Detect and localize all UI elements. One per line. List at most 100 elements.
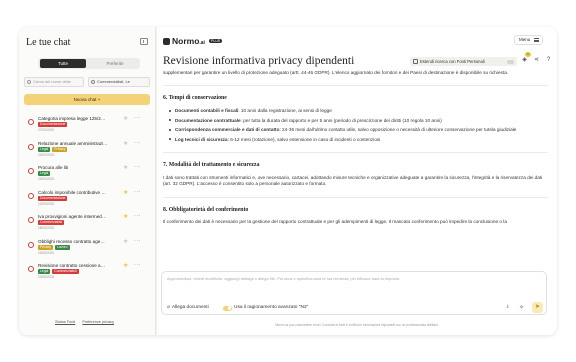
- search-input[interactable]: Cerca nel nome delle: [24, 77, 84, 87]
- more-options-icon[interactable]: ···: [134, 262, 141, 268]
- retention-item-label: Documentazione contrattuale: [175, 117, 241, 123]
- search-icon: [27, 80, 31, 84]
- header-actions: ◈ ⋖ ?: [521, 57, 552, 66]
- star-icon[interactable]: ★: [123, 141, 128, 147]
- chat-list-item[interactable]: Iva provvigioni agente intermed… Commerci…: [24, 212, 152, 237]
- chat-list: Categoria impresa legge 125/2… Documentaz…: [24, 114, 152, 286]
- chat-title: Procura alle liti: [38, 165, 69, 170]
- tab-favorites[interactable]: Preferite: [92, 59, 138, 68]
- privacy-preferences-link[interactable]: Preferenze privacy: [82, 320, 114, 324]
- chat-tag: Legal: [38, 269, 51, 274]
- retention-item-text: : per tutta la durata del rapporto e per…: [240, 117, 442, 123]
- chat-date: 25/08/2025: [38, 250, 54, 255]
- chat-tags: Documentazione: [38, 195, 68, 201]
- chat-filter-tabs: Tutte Preferite: [38, 58, 140, 69]
- page-title: Revisione informativa privacy dipendenti: [163, 55, 355, 67]
- collapse-sidebar-icon[interactable]: [140, 38, 148, 45]
- star-icon[interactable]: ★: [123, 190, 128, 196]
- star-icon[interactable]: ★: [123, 239, 128, 245]
- retention-list: Documenti contabili e fiscali: 10 anni d…: [163, 108, 548, 143]
- new-chat-label: Nuova chat: [73, 97, 97, 102]
- star-icon[interactable]: ★: [123, 165, 128, 171]
- magic-wand-icon[interactable]: ✧: [519, 304, 524, 311]
- send-button[interactable]: ➤: [532, 302, 543, 313]
- chat-tag: Privacy: [38, 244, 54, 250]
- section-7-title: 7. Modalità del trattamento e sicurezza: [163, 162, 260, 169]
- chat-list-item[interactable]: Calcolo imponibile contributive … Documen…: [24, 188, 152, 213]
- retention-item-text: : 6-12 mesi (rotazione), salvo estension…: [227, 136, 381, 142]
- more-options-icon[interactable]: ···: [134, 189, 141, 195]
- section-8-text: Il conferimento dei dati è necessario pe…: [163, 219, 507, 225]
- menu-label: Menu: [519, 37, 531, 42]
- star-icon[interactable]: ★: [123, 214, 128, 220]
- logo[interactable]: Normo.ai PLUS: [163, 36, 223, 46]
- help-icon[interactable]: ?: [545, 57, 552, 64]
- plus-icon: +: [97, 97, 101, 102]
- section-7-text: I dati sono trattati con strumenti infor…: [163, 174, 543, 187]
- chat-date: 28/08/2025: [38, 226, 54, 230]
- microphone-icon[interactable]: ♪: [506, 304, 509, 310]
- extend-search-toggle[interactable]: Estendi ricerca con Fonti Personali: [410, 57, 517, 66]
- hamburger-icon: [534, 38, 539, 42]
- more-options-icon[interactable]: ···: [134, 115, 141, 121]
- chat-title: Relazione annuale amministrazi…: [38, 140, 108, 146]
- tab-all[interactable]: Tutte: [40, 59, 86, 68]
- section-6-title: 6. Tempi di conservazione: [163, 95, 227, 102]
- retention-item-text: : 24-36 mesi dall'ultimo contatto utile,…: [279, 127, 517, 133]
- chat-tag: Privacy: [52, 146, 68, 152]
- retention-item: Documenti contabili e fiscali: 10 anni d…: [169, 108, 548, 114]
- logo-text: Normo.ai: [172, 36, 205, 46]
- chat-list-item[interactable]: Revisione contratto cessione a… Legal Comm…: [24, 261, 152, 286]
- chat-list-item[interactable]: Relazione annuale amministrazi… Legal Priv…: [24, 139, 152, 164]
- retention-item-label: Corrispondenza commerciale e dati di con…: [175, 127, 280, 133]
- reasoning-label: Usa il ragionamento avanzato "N2": [234, 305, 309, 310]
- document-content: supplementari per garantire un livello d…: [163, 70, 548, 265]
- extend-search-switch[interactable]: [507, 59, 514, 64]
- attach-documents-button[interactable]: Allega documenti: [167, 305, 209, 310]
- chat-list-item[interactable]: Obblighi recesso contratto age… Privacy La…: [24, 237, 152, 262]
- chat-tag: Documentazione: [38, 195, 68, 201]
- share-icon[interactable]: ⋖: [533, 57, 540, 64]
- section-8-title: 8. Obbligatorietà del conferimento: [163, 206, 249, 213]
- status-sources-link[interactable]: Status Fonti: [55, 320, 75, 324]
- reasoning-switch[interactable]: [223, 305, 232, 311]
- chat-tags: Documentazione: [38, 122, 68, 127]
- bookmark-icon[interactable]: ◈: [521, 57, 528, 64]
- more-options-icon[interactable]: ···: [134, 238, 141, 244]
- normo-logo-icon: [163, 37, 170, 45]
- folder-filter-select[interactable]: Commercialisti, Le: [88, 77, 150, 87]
- message-composer[interactable]: Approfondisci, chiedi modifiche, aggiung…: [161, 271, 547, 315]
- retention-item: Documentazione contrattuale: per tutta l…: [169, 118, 548, 124]
- search-row: Cerca nel nome delle Commercialisti, Le: [24, 77, 150, 87]
- chat-title: Categoria impresa legge 125/2…: [38, 116, 106, 121]
- star-icon[interactable]: ★: [123, 263, 128, 269]
- chat-tag: Commercialisti: [38, 220, 65, 225]
- more-options-icon[interactable]: ···: [134, 140, 141, 146]
- chat-status-icon: [28, 192, 34, 199]
- chat-list-item[interactable]: Procura alle liti Legal 23/09/2025 ★ ···: [24, 163, 152, 188]
- chat-status-icon: [28, 143, 34, 150]
- divider: [163, 196, 548, 198]
- star-icon[interactable]: ★: [123, 116, 128, 122]
- chat-tags: Commercialisti: [38, 220, 65, 225]
- chat-title: Iva provvigioni agente intermed…: [38, 214, 107, 219]
- more-options-icon[interactable]: ···: [134, 164, 141, 170]
- chat-tags: Legal: [38, 171, 51, 176]
- retention-item: Log tecnici di sicurezza: 6-12 mesi (rot…: [169, 137, 548, 143]
- app-window: Le tue chat Tutte Preferite Cerca nel no…: [19, 27, 557, 335]
- retention-item-label: Documenti contabili e fiscali: [175, 108, 239, 114]
- more-options-icon[interactable]: ···: [134, 213, 141, 219]
- chat-tags: Legal Commercialisti: [38, 269, 79, 274]
- chat-date: 20/08/2025: [38, 275, 54, 279]
- menu-button[interactable]: Menu: [514, 35, 543, 45]
- retention-item: Corrispondenza commerciale e dati di con…: [169, 127, 548, 133]
- new-chat-button[interactable]: Nuova chat +: [24, 94, 150, 105]
- chat-list-item[interactable]: Categoria impresa legge 125/2… Documentaz…: [24, 114, 152, 139]
- chat-tag: Legal: [38, 146, 51, 152]
- advanced-reasoning-toggle[interactable]: Usa il ragionamento avanzato "N2": [223, 305, 309, 311]
- sidebar-footer: Status Fonti Preferenze privacy: [55, 320, 120, 324]
- chat-date: 24/09/2025: [38, 152, 54, 157]
- divider: [163, 152, 548, 154]
- sidebar: Le tue chat Tutte Preferite Cerca nel no…: [19, 27, 156, 335]
- chat-status-icon: [28, 168, 34, 174]
